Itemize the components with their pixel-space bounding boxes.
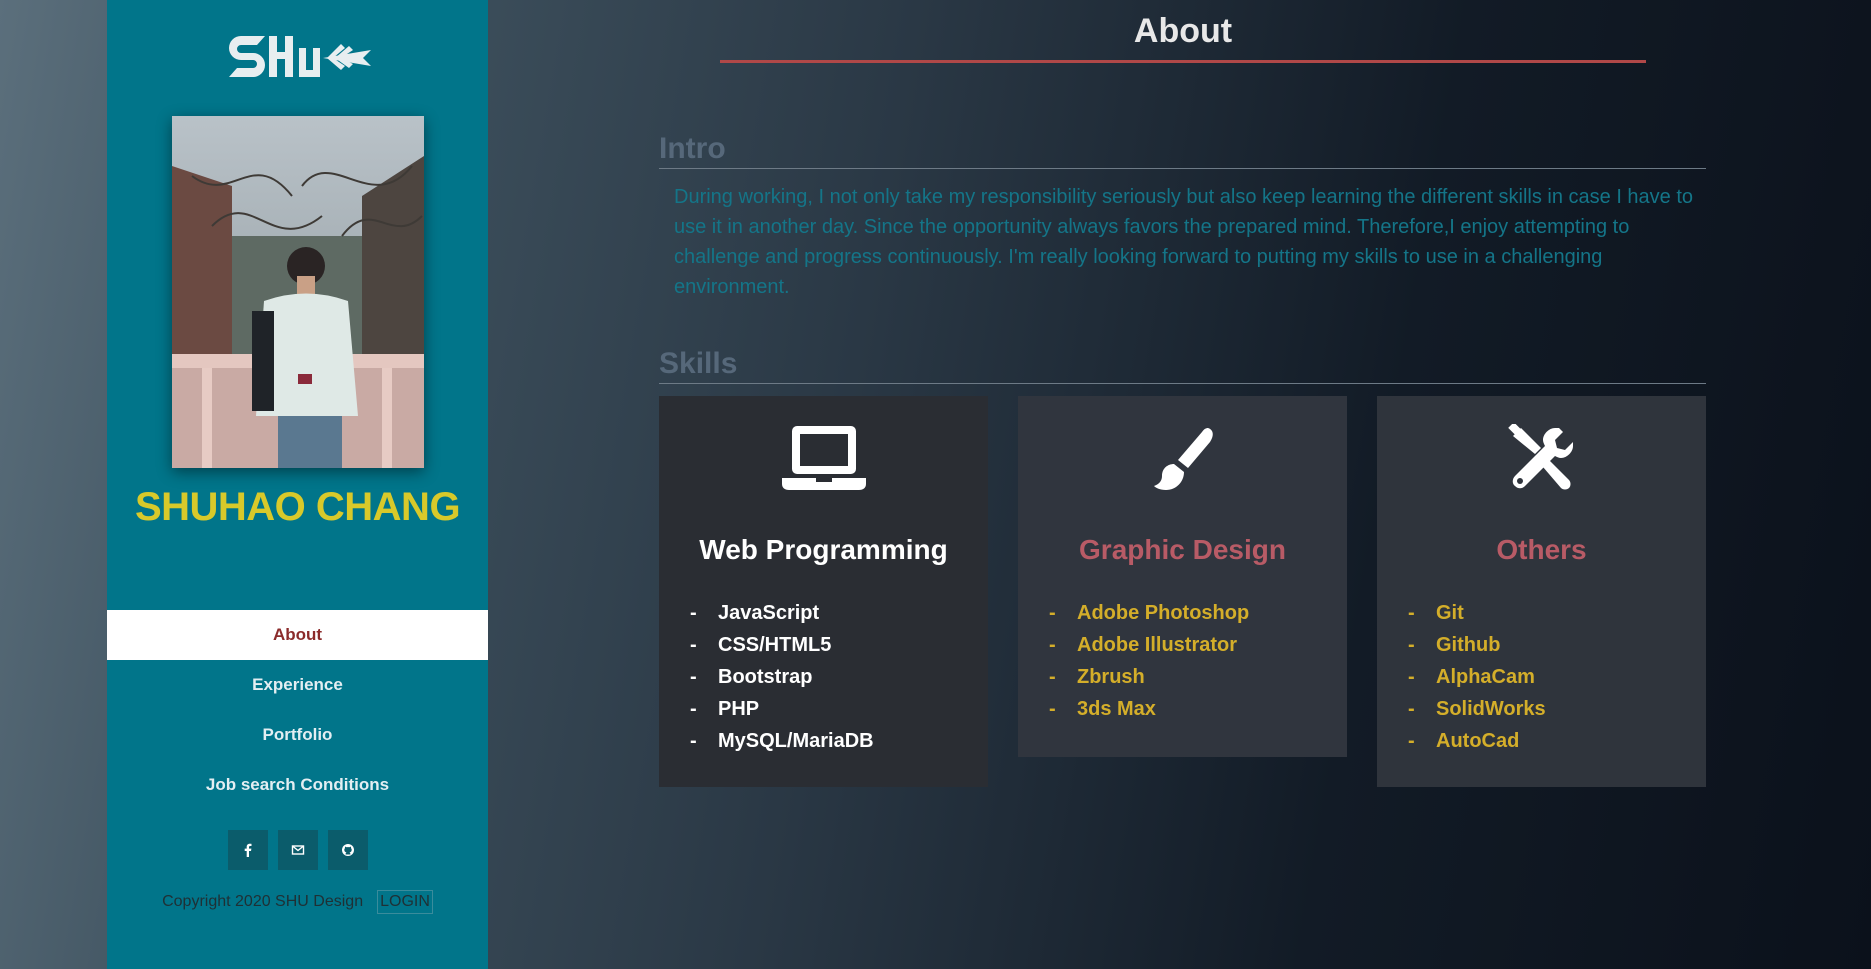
skill-item-label: JavaScript <box>718 602 820 624</box>
tools-icon <box>1507 424 1573 490</box>
skill-item-label: Bootstrap <box>718 666 813 688</box>
skill-item: - JavaScript <box>690 597 874 629</box>
skill-item-label: Zbrush <box>1077 666 1145 688</box>
skill-item: - Zbrush <box>1049 661 1249 693</box>
skill-card-icon-wrap <box>1377 424 1706 494</box>
skill-item: - AutoCad <box>1408 725 1546 757</box>
skill-card-web-programming: Web Programming - JavaScript - CSS/HTML5 -… <box>659 396 988 787</box>
skill-card-title: Web Programming <box>699 534 948 565</box>
skill-item-label: MySQL/MariaDB <box>718 730 874 752</box>
facebook-button[interactable] <box>228 830 268 870</box>
skill-card-others: Others - Git - Github - AlphaCam - SolidWork… <box>1377 396 1706 787</box>
profile-photo <box>172 116 424 468</box>
skill-list: - Adobe Photoshop - Adobe Illustrator - Zbr… <box>1049 597 1249 725</box>
title-divider <box>720 60 1646 63</box>
skill-item-label: AlphaCam <box>1436 666 1535 688</box>
paintbrush-icon <box>1153 428 1213 490</box>
sidebar-footer: Copyright 2020 SHU Design LOGIN <box>107 890 488 914</box>
facebook-icon <box>244 843 252 857</box>
skill-item: - SolidWorks <box>1408 693 1546 725</box>
skill-list: - JavaScript - CSS/HTML5 - Bootstrap - PHP -… <box>690 597 874 757</box>
skill-item-label: PHP <box>718 698 760 720</box>
skill-card-icon-wrap <box>659 424 988 494</box>
skill-card-title: Graphic Design <box>1079 534 1286 565</box>
page-title: About <box>1133 12 1233 50</box>
nav-item-portfolio[interactable]: Portfolio <box>107 710 488 760</box>
nav-item-experience[interactable]: Experience <box>107 660 488 710</box>
social-links <box>228 830 368 870</box>
skill-item: - PHP <box>690 693 874 725</box>
skill-item-label: 3ds Max <box>1077 698 1156 720</box>
skill-list: - Git - Github - AlphaCam - SolidWorks - Auto… <box>1408 597 1546 757</box>
skills-heading: Skills <box>659 347 1706 384</box>
skill-item: - Github <box>1408 629 1546 661</box>
skill-item-label: Adobe Illustrator <box>1077 634 1238 656</box>
skill-item-label: AutoCad <box>1436 730 1520 752</box>
skill-card-icon-wrap <box>1018 424 1347 494</box>
mail-icon <box>291 845 305 855</box>
skill-card-title: Others <box>1496 534 1587 565</box>
sidebar: SHUHAO CHANG About Experience Portfolio … <box>107 0 488 969</box>
intro-heading: Intro <box>659 132 1706 169</box>
copyright-text: Copyright 2020 SHU Design <box>162 893 364 910</box>
intro-text: During working, I not only take my respo… <box>674 186 1694 298</box>
laptop-icon <box>781 426 866 490</box>
skill-item: - Adobe Photoshop <box>1049 597 1249 629</box>
skill-item: - MySQL/MariaDB <box>690 725 874 757</box>
skill-item: - AlphaCam <box>1408 661 1546 693</box>
email-button[interactable] <box>278 830 318 870</box>
skill-item: - CSS/HTML5 <box>690 629 874 661</box>
skill-item: - Adobe Illustrator <box>1049 629 1249 661</box>
owner-name: SHUHAO CHANG <box>134 485 461 529</box>
login-button[interactable]: LOGIN <box>377 890 433 914</box>
skill-item: -3ds Max <box>1049 693 1249 725</box>
skill-item-label: Adobe Photoshop <box>1077 602 1250 624</box>
nav-item-about[interactable]: About <box>107 610 488 660</box>
skill-item-label: Git <box>1436 602 1464 624</box>
skill-item: - Bootstrap <box>690 661 874 693</box>
skill-item-label: SolidWorks <box>1436 698 1546 720</box>
skill-item-label: CSS/HTML5 <box>718 634 832 656</box>
skill-item-label: Github <box>1436 634 1501 656</box>
skill-card-graphic-design: Graphic Design - Adobe Photoshop - Adobe I… <box>1018 396 1347 757</box>
skill-item: - Git <box>1408 597 1546 629</box>
shu-logo[interactable] <box>223 28 373 84</box>
main-nav: About Experience Portfolio Job search Co… <box>107 610 488 810</box>
github-icon <box>342 844 354 856</box>
github-button[interactable] <box>328 830 368 870</box>
nav-item-job-search-conditions[interactable]: Job search Conditions <box>107 760 488 810</box>
